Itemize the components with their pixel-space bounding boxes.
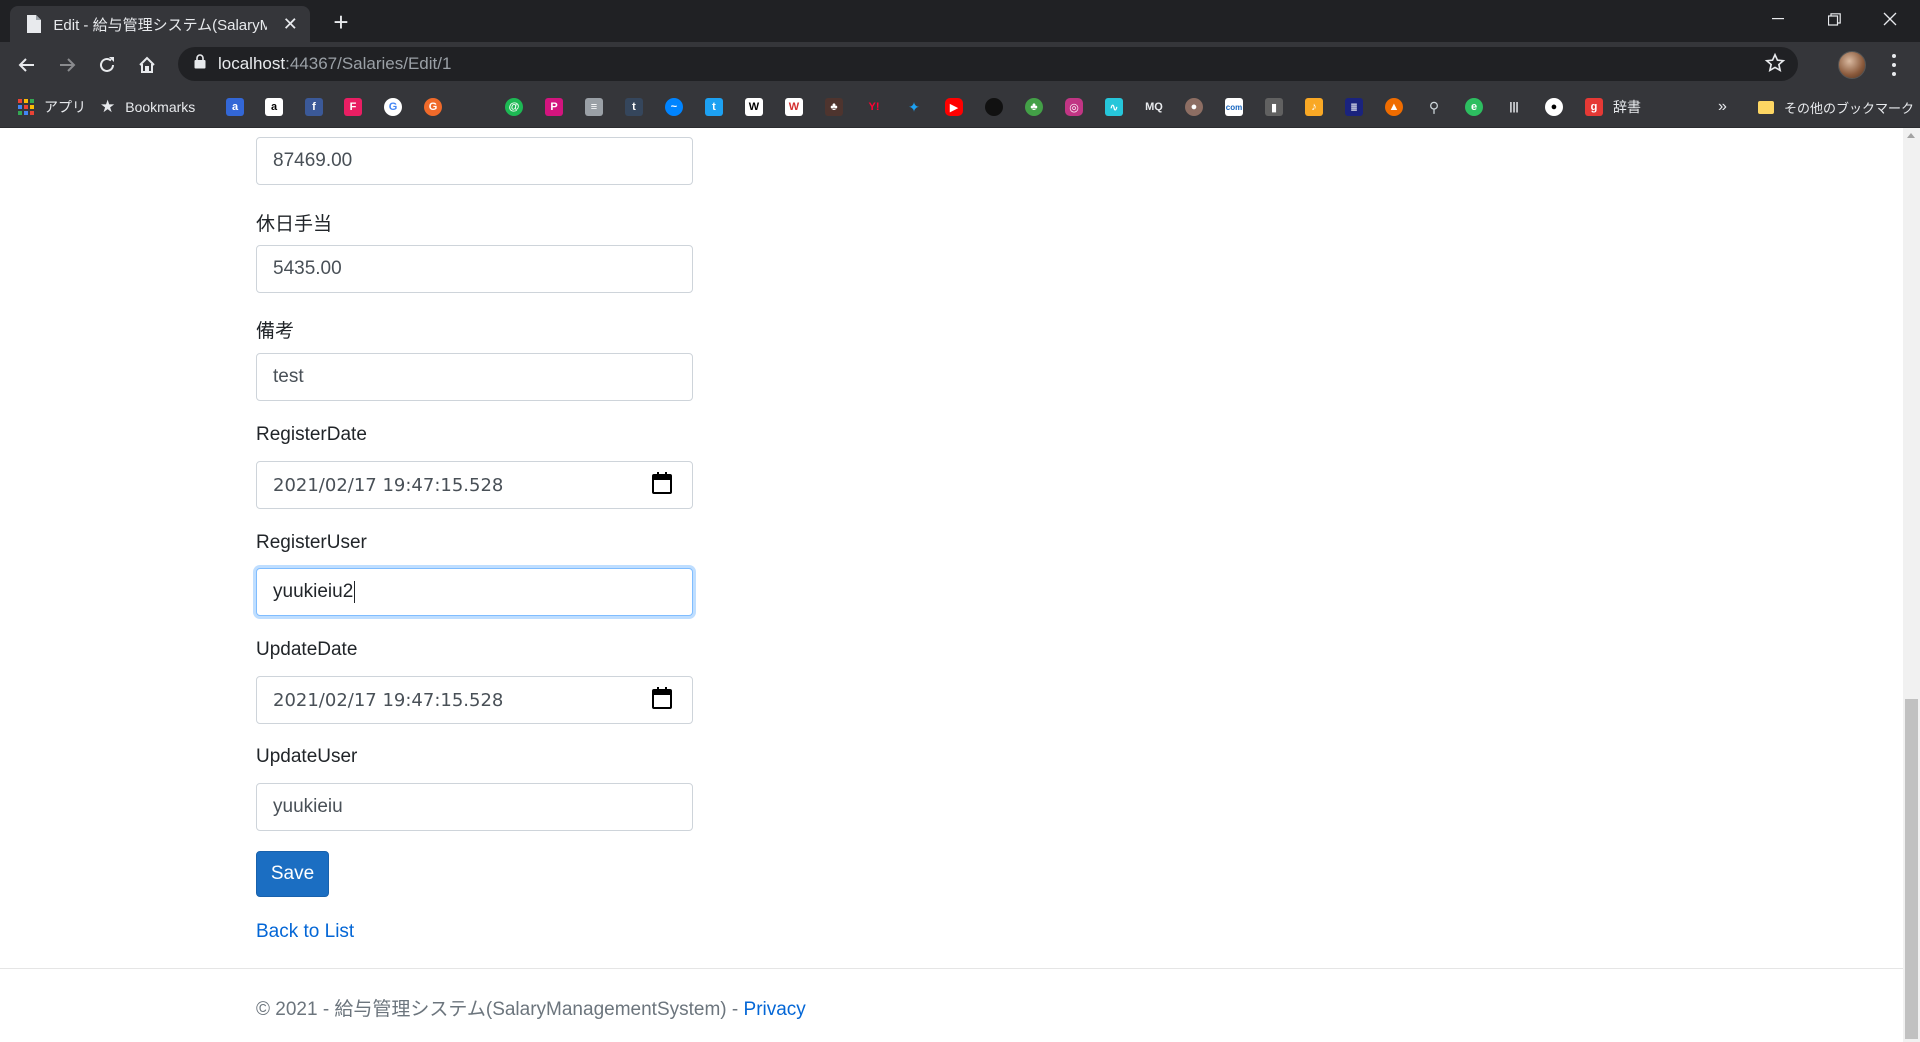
bookmark-badge-icon[interactable]: ● (1185, 96, 1203, 118)
bookmarks-label: Bookmarks (125, 99, 196, 115)
back-arrow-icon[interactable] (12, 50, 42, 80)
bookmark-apps[interactable]: アプリ (18, 96, 86, 118)
minimize-icon[interactable] (1750, 0, 1806, 38)
bookmark-bear-icon[interactable]: ♣ (825, 96, 843, 118)
vertical-scrollbar[interactable] (1903, 128, 1920, 1042)
register-user-value: yuukieiu2 (273, 581, 354, 602)
bookmark-amazon-icon[interactable]: a (265, 96, 283, 118)
remarks-input[interactable]: test (256, 353, 693, 401)
bookmark-github-icon[interactable]: ● (1545, 96, 1563, 118)
bookmarks-bar: アプリ ★ Bookmarks a a f F G G @ P ≡ t ~ t … (0, 86, 1920, 128)
bookmark-twitter-icon[interactable]: ✦ (905, 96, 923, 118)
bookmarks-overflow-button[interactable]: » (1718, 96, 1727, 118)
browser-tab[interactable]: Edit - 給与管理システム(SalaryManagementSystem) … (10, 6, 310, 42)
bookmark-feedly-icon[interactable]: F (344, 96, 362, 118)
register-date-input[interactable]: 2021/02/17 19:47:15.528 (256, 461, 693, 509)
bookmark-grammarly-icon[interactable]: G (424, 96, 442, 118)
other-bookmarks-label: その他のブックマーク (1784, 100, 1915, 116)
calendar-icon[interactable] (652, 686, 672, 714)
new-tab-button[interactable]: + (326, 8, 356, 38)
bookmark-instagram-icon[interactable]: ◎ (1065, 96, 1083, 118)
register-date-label: RegisterDate (256, 424, 367, 445)
calendar-icon[interactable] (652, 471, 672, 499)
url-host: localhost (218, 54, 286, 73)
dictionary-label: 辞書 (1613, 99, 1641, 115)
apps-grid-icon (18, 99, 34, 115)
bookmark-site-icon[interactable]: a (226, 96, 244, 118)
register-user-label: RegisterUser (256, 532, 367, 553)
page-icon (24, 14, 43, 34)
bookmark-search-icon[interactable]: ⚲ (1425, 96, 1443, 118)
save-button[interactable]: Save (256, 851, 329, 897)
bookmark-twitter-app-icon[interactable]: t (705, 96, 723, 118)
update-user-label: UpdateUser (256, 746, 358, 767)
bookmark-yahoo-icon[interactable]: Y! (865, 96, 883, 118)
tab-strip: Edit - 給与管理システム(SalaryManagementSystem) … (0, 0, 1920, 42)
bookmark-pulse-icon[interactable]: ∿ (1105, 96, 1123, 118)
url-text[interactable]: localhost:44367/Salaries/Edit/1 (218, 54, 451, 74)
lock-icon[interactable] (194, 54, 206, 74)
menu-kebab-icon[interactable] (1884, 54, 1904, 76)
apps-label: アプリ (44, 99, 86, 115)
amount-input[interactable]: 87469.00 (256, 137, 693, 185)
bookmark-pocket-icon[interactable]: P (545, 96, 563, 118)
forward-arrow-icon[interactable] (52, 50, 82, 80)
profile-avatar[interactable] (1838, 51, 1866, 79)
star-icon: ★ (100, 97, 116, 116)
bookmark-clover-icon[interactable]: ♣ (1025, 96, 1043, 118)
window-close-icon[interactable] (1862, 0, 1918, 38)
bookmark-book-icon[interactable]: ▮ (1265, 96, 1283, 118)
footer-divider (0, 968, 1903, 969)
holiday-allowance-label: 休日手当 (256, 214, 333, 235)
bookmark-facebook-icon[interactable]: f (305, 96, 323, 118)
bookmark-apple-icon[interactable] (985, 96, 1003, 118)
bookmark-other-folder[interactable]: その他のブックマーク (1758, 96, 1914, 118)
bookmark-w-icon[interactable]: W (785, 96, 803, 118)
scrollbar-thumb[interactable] (1905, 699, 1918, 1039)
home-icon[interactable] (132, 50, 162, 80)
register-date-value: 2021/02/17 19:47:15.528 (273, 474, 504, 496)
bookmark-wikipedia-icon[interactable]: W (745, 96, 763, 118)
bookmark-com-icon[interactable]: com (1225, 96, 1243, 118)
dictionary-icon: g (1585, 98, 1603, 116)
bookmark-star-icon[interactable] (1764, 52, 1786, 79)
address-bar[interactable]: localhost:44367/Salaries/Edit/1 (178, 47, 1798, 81)
bookmark-tumblr-icon[interactable]: t (625, 96, 643, 118)
footer-copyright: © 2021 - 給与管理システム(SalaryManagementSystem… (256, 999, 744, 1020)
footer: © 2021 - 給与管理システム(SalaryManagementSystem… (256, 994, 806, 1021)
bookmark-messenger-icon[interactable]: ~ (665, 96, 683, 118)
reload-icon[interactable] (92, 50, 122, 80)
restore-icon[interactable] (1806, 0, 1862, 38)
privacy-link[interactable]: Privacy (744, 999, 806, 1020)
update-date-value: 2021/02/17 19:47:15.528 (273, 689, 504, 711)
bookmark-green-icon[interactable]: @ (505, 96, 523, 118)
bookmark-cap-icon[interactable]: ▲ (1385, 96, 1403, 118)
folder-icon (1758, 100, 1774, 114)
bookmark-news-icon[interactable]: ≣ (1345, 96, 1363, 118)
remarks-label: 備考 (256, 321, 295, 342)
bookmark-dictionary[interactable]: g 辞書 (1585, 96, 1641, 118)
bookmark-youtube-icon[interactable]: ▶ (945, 96, 963, 118)
holiday-allowance-input[interactable]: 5435.00 (256, 245, 693, 293)
update-user-input[interactable]: yuukieiu (256, 783, 693, 831)
text-caret (354, 581, 356, 603)
tab-title: Edit - 給与管理システム(SalaryManagementSystem) (53, 16, 267, 34)
register-user-input[interactable]: yuukieiu2 (256, 568, 693, 616)
update-date-label: UpdateDate (256, 639, 358, 660)
back-to-list-link[interactable]: Back to List (256, 921, 354, 943)
browser-toolbar: localhost:44367/Salaries/Edit/1 (0, 42, 1920, 86)
url-path: :44367/Salaries/Edit/1 (285, 54, 452, 73)
bookmark-evernote-icon[interactable]: e (1465, 96, 1483, 118)
bookmark-doc-icon[interactable]: ≡ (585, 96, 603, 118)
page-viewport: 87469.00 休日手当 5435.00 備考 test RegisterDa… (0, 128, 1903, 1042)
bookmark-mq-icon[interactable]: MQ (1145, 96, 1163, 118)
bookmark-music-icon[interactable]: ♪ (1305, 96, 1323, 118)
update-date-input[interactable]: 2021/02/17 19:47:15.528 (256, 676, 693, 724)
bookmark-google-icon[interactable]: G (384, 96, 402, 118)
bookmark-folder-bookmarks[interactable]: ★ Bookmarks (100, 96, 195, 118)
tab-close-icon[interactable]: ✕ (281, 14, 300, 35)
scroll-up-arrow-icon[interactable] (1907, 133, 1915, 138)
bookmark-barcode-icon[interactable]: ||| (1505, 96, 1523, 118)
